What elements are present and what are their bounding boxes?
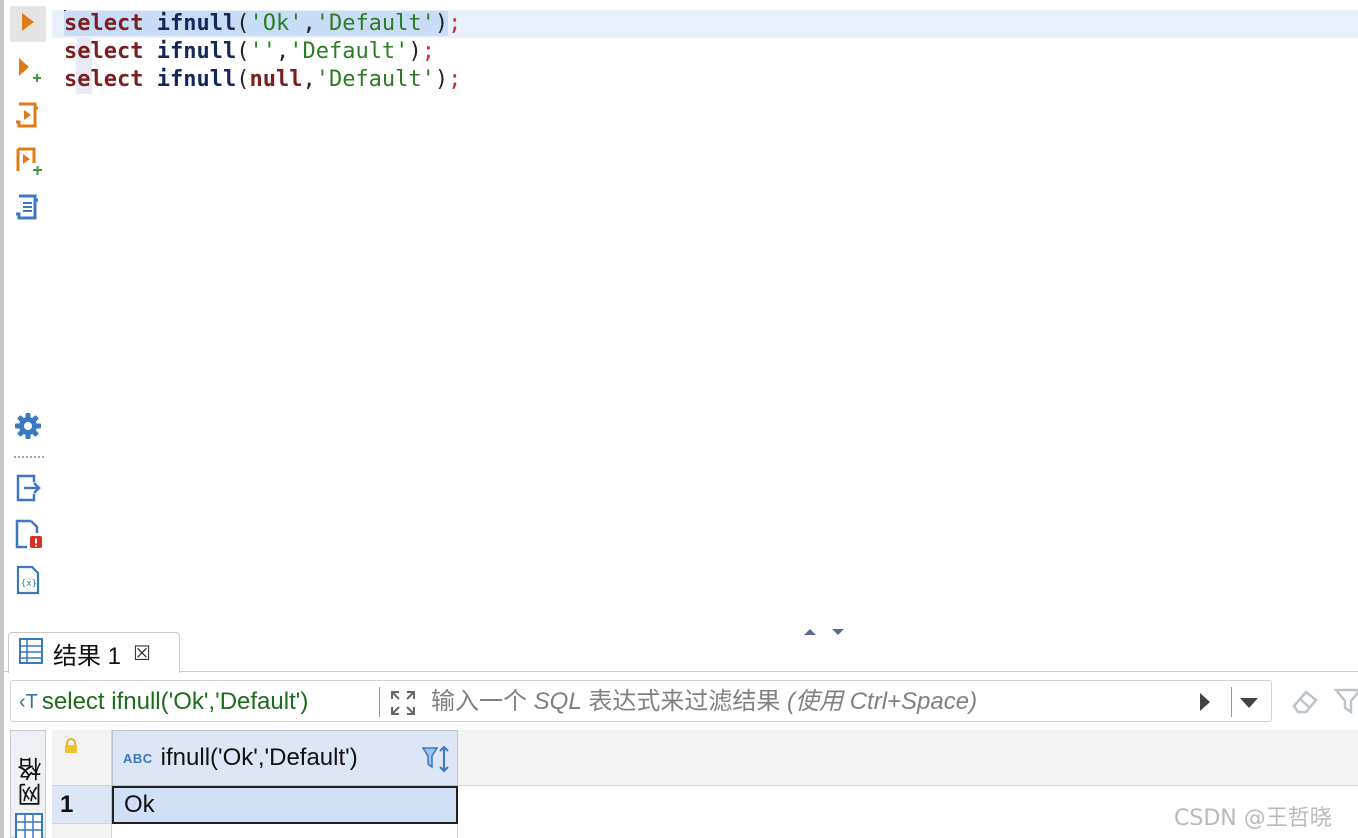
column-type-badge: ABC [123, 750, 153, 766]
placeholder-text: 输入一个 [431, 688, 534, 715]
sql-keyword: select [64, 11, 144, 36]
paren: ( [236, 67, 250, 92]
paren: ) [434, 11, 449, 36]
result-filter-bar: ‹T select ifnull('Ok','Default') 输入一个 SQ… [10, 680, 1272, 722]
sql-string: 'Default' [315, 11, 435, 36]
results-grid[interactable]: ABC ifnull('Ok','Default') 1 Ok [52, 730, 1358, 838]
chevron-down-icon [1232, 698, 1266, 721]
filter-sort-icon[interactable] [421, 745, 451, 778]
clear-filter-button[interactable] [1290, 686, 1320, 716]
execute-statement-icon [20, 12, 36, 37]
sql-string: 'Default' [315, 67, 435, 92]
sql-function: ifnull [156, 11, 237, 36]
sql-function: ifnull [156, 39, 237, 64]
sql-text-icon: ‹T [19, 690, 38, 713]
editor-toolbar: {x} [4, 0, 52, 630]
execute-script-button[interactable] [10, 100, 46, 136]
results-tab-strip: 结果 1 ☒ [4, 632, 1358, 673]
eraser-icon [1290, 690, 1320, 720]
placeholder-sql: SQL [533, 688, 582, 715]
filter-input[interactable]: 输入一个 SQL 表达式来过滤结果 (使用 Ctrl+Space) [431, 681, 977, 723]
placeholder-hint: (使用 Ctrl+Space) [787, 688, 978, 715]
paren: ( [236, 11, 250, 36]
watermark: CSDN @王哲晓 [1174, 806, 1332, 831]
comma: , [275, 39, 290, 64]
paren: ( [236, 39, 250, 64]
code-line-1[interactable]: select ifnull('Ok','Default'); [52, 10, 1358, 38]
execute-in-new-tab-button[interactable] [10, 54, 46, 90]
code-line-2[interactable]: select ifnull('','Default'); [64, 38, 435, 66]
sql-string: 'Ok' [249, 11, 303, 36]
placeholder-text: 表达式来过滤结果 [581, 688, 788, 715]
svg-text:{x}: {x} [21, 579, 38, 589]
sql-keyword: null [249, 67, 303, 92]
active-query-label[interactable]: ‹T select ifnull('Ok','Default') [19, 681, 308, 723]
sql-string: '' [249, 39, 276, 64]
execute-script-new-tab-button[interactable] [10, 146, 46, 182]
expand-icon [389, 691, 417, 721]
grid-icon [15, 813, 43, 838]
explain-plan-button[interactable] [10, 192, 46, 228]
semicolon: ; [448, 11, 462, 36]
side-tab-label: 网格 [19, 755, 46, 807]
variables-button[interactable]: {x} [10, 564, 46, 600]
toolbar-separator [14, 456, 44, 458]
row-number-empty [52, 824, 112, 838]
header-filler [458, 730, 1358, 786]
execute-script-new-tab-icon [13, 146, 43, 183]
expand-filter-button[interactable] [389, 689, 417, 717]
semicolon: ; [421, 39, 435, 64]
sql-keyword: select [64, 39, 144, 64]
grid-view-tab[interactable]: 网格 [10, 730, 46, 838]
comma: , [302, 67, 316, 92]
close-icon[interactable]: ☒ [133, 641, 151, 666]
explain-plan-icon [14, 193, 42, 228]
paren: ) [408, 39, 422, 64]
execute-statement-button[interactable] [10, 6, 46, 42]
settings-icon [13, 411, 43, 446]
code-line-3[interactable]: select ifnull(null,'Default'); [64, 66, 461, 94]
semicolon: ; [448, 67, 462, 92]
settings-button[interactable] [10, 410, 46, 446]
grid-icon [19, 637, 43, 669]
column-header[interactable]: ABC ifnull('Ok','Default') [112, 730, 458, 786]
execute-in-new-tab-icon [15, 56, 41, 89]
problems-icon [13, 517, 43, 556]
apply-filter-button[interactable] [1197, 691, 1213, 713]
variables-icon: {x} [14, 564, 42, 601]
paren: ) [434, 67, 449, 92]
lock-icon [64, 738, 78, 759]
sql-function: ifnull [156, 67, 237, 92]
filter-separator [379, 687, 380, 717]
tab-result-1[interactable]: 结果 1 ☒ [8, 632, 180, 673]
problems-button[interactable] [10, 518, 46, 554]
tab-label: 结果 1 [53, 642, 122, 670]
table-cell-selected[interactable]: Ok [112, 786, 458, 824]
sql-string: 'Default' [289, 39, 409, 64]
play-icon [1197, 693, 1213, 717]
sql-keyword: select [64, 67, 144, 92]
column-name: ifnull('Ok','Default') [160, 744, 358, 771]
execute-script-icon [14, 101, 42, 136]
export-icon [14, 472, 42, 509]
filter-history-dropdown[interactable] [1231, 687, 1265, 717]
comma: , [302, 11, 316, 36]
export-button[interactable] [10, 472, 46, 508]
funnel-icon [1334, 688, 1358, 716]
query-text: select ifnull('Ok','Default') [41, 688, 309, 715]
filter-settings-button[interactable] [1334, 686, 1358, 716]
table-cell-empty [112, 824, 458, 838]
row-number[interactable]: 1 [52, 786, 112, 824]
row-number-header [52, 730, 112, 786]
